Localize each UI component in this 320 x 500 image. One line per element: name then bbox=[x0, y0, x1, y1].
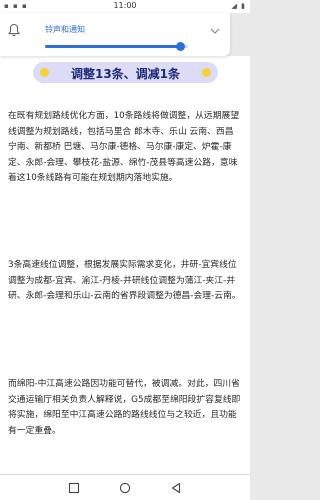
chevron-down-icon[interactable] bbox=[210, 28, 220, 34]
status-time: 11:00 bbox=[113, 1, 137, 10]
article: 调整13条、调减1条 在既有规划路线优化方面，10条路线将做调整，从远期展望线调… bbox=[0, 56, 250, 474]
headline: 调整13条、调减1条 bbox=[70, 67, 181, 81]
headline-dot-right bbox=[202, 68, 211, 77]
headline-banner: 调整13条、调减1条 bbox=[33, 62, 218, 83]
recent-square-icon[interactable] bbox=[68, 482, 80, 494]
volume-label: 铃声和通知 bbox=[45, 25, 85, 34]
home-circle-icon[interactable] bbox=[119, 482, 131, 494]
volume-panel: 铃声和通知 bbox=[0, 13, 230, 56]
bell-icon[interactable] bbox=[8, 23, 20, 37]
back-triangle-icon[interactable] bbox=[170, 482, 182, 494]
navigation-bar bbox=[0, 474, 250, 500]
volume-slider-fill bbox=[45, 45, 181, 48]
screen: ▪ ▪ ▪ 11:00 ◢ ▮ 调整13条、调减1条 在既有规划路线优化方面，1… bbox=[0, 0, 250, 500]
volume-slider-thumb[interactable] bbox=[176, 42, 186, 51]
paragraph-1: 在既有规划路线优化方面，10条路线将做调整，从远期展望线调整为规划路线，包括马里… bbox=[8, 111, 240, 183]
volume-slider[interactable] bbox=[45, 42, 188, 51]
paragraph-3: 而绵阳-中江高速公路因功能可替代，被调减。对此，四川省交通运输厅相关负责人解释说… bbox=[8, 379, 241, 436]
paragraph-2: 3条高速线位调整，根据发展实际需求变化，井研-宜宾线位调整为成都-宜宾、渝江-丹… bbox=[8, 260, 241, 301]
status-bar: ▪ ▪ ▪ 11:00 ◢ ▮ bbox=[0, 0, 250, 13]
signal-battery-icons: ◢ ▮ bbox=[231, 2, 246, 10]
